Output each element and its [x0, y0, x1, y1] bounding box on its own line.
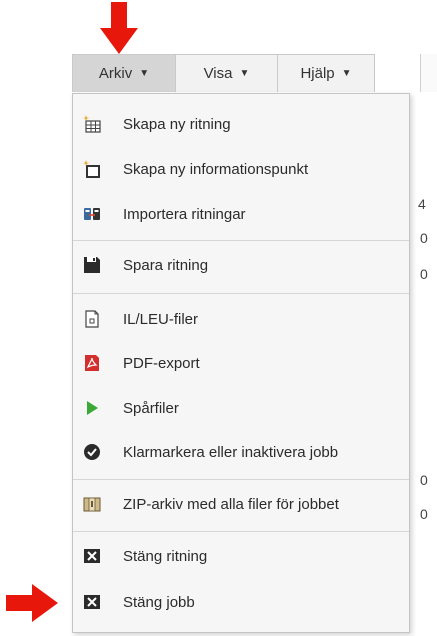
menu-item-importera-ritningar[interactable]: Importera ritningar [73, 196, 409, 232]
caret-down-icon: ▼ [341, 68, 352, 79]
play-icon [87, 401, 98, 415]
background-text: 0 [420, 506, 428, 522]
menu-bar: Arkiv ▼ Visa ▼ Hjälp ▼ [72, 54, 375, 94]
menu-item-stang-jobb[interactable]: Stäng jobb [73, 584, 409, 620]
menu-item-sparfiler[interactable]: Spårfiler [73, 390, 409, 426]
close-box-icon [84, 595, 100, 609]
menu-item-label: Stäng ritning [123, 547, 208, 565]
menu-item-label: Spårfiler [123, 399, 179, 417]
arkiv-dropdown-menu: Skapa ny ritning Skapa ny informationspu… [72, 93, 410, 633]
menu-arkiv-label: Arkiv [98, 65, 133, 82]
check-circle-icon [84, 444, 100, 460]
caret-down-icon: ▼ [139, 68, 150, 79]
menu-item-il-leu-filer[interactable]: IL/LEU-filer [73, 301, 409, 337]
menu-arkiv[interactable]: Arkiv ▼ [72, 54, 176, 92]
menu-visa-label: Visa [203, 65, 233, 82]
menu-item-zip-arkiv[interactable]: ZIP-arkiv med alla filer för jobbet [73, 486, 409, 522]
menu-item-label: IL/LEU-filer [123, 310, 199, 328]
menu-item-spara-ritning[interactable]: Spara ritning [73, 247, 409, 283]
menu-item-label: Spara ritning [123, 256, 209, 274]
menubar-edge [420, 54, 437, 92]
file-icon [85, 310, 99, 328]
new-infopoint-icon [83, 160, 100, 178]
menu-item-pdf-export[interactable]: PDF-export [73, 345, 409, 381]
screenshot: Arkiv ▼ Visa ▼ Hjälp ▼ 4 0 0 0 0 Skapa n… [0, 0, 437, 636]
new-drawing-icon [83, 115, 101, 133]
zip-icon [83, 497, 101, 512]
menu-item-klarmarkera-jobb[interactable]: Klarmarkera eller inaktivera jobb [73, 434, 409, 470]
menu-hjalp[interactable]: Hjälp ▼ [277, 54, 375, 92]
background-text: 4 [418, 196, 426, 212]
menu-item-label: Skapa ny informationspunkt [123, 160, 309, 178]
menu-item-skapa-ny-ritning[interactable]: Skapa ny ritning [73, 106, 409, 142]
menu-item-label: PDF-export [123, 354, 200, 372]
menu-separator [73, 479, 409, 480]
caret-down-icon: ▼ [239, 68, 250, 79]
import-icon [84, 208, 100, 220]
menu-item-label: ZIP-arkiv med alla filer för jobbet [123, 495, 339, 513]
menu-item-label: Stäng jobb [123, 593, 195, 611]
menu-visa[interactable]: Visa ▼ [175, 54, 278, 92]
menu-separator [73, 240, 409, 241]
close-box-icon [84, 549, 100, 563]
menu-item-stang-ritning[interactable]: Stäng ritning [73, 538, 409, 574]
menu-separator [73, 293, 409, 294]
background-text: 0 [420, 472, 428, 488]
background-text: 0 [420, 230, 428, 246]
save-icon [84, 257, 100, 273]
menu-separator [73, 531, 409, 532]
menu-item-label: Klarmarkera eller inaktivera jobb [123, 443, 339, 461]
red-arrow-down-annotation [100, 2, 138, 54]
menu-item-label: Skapa ny ritning [123, 115, 231, 133]
background-text: 0 [420, 266, 428, 282]
pdf-icon [85, 355, 99, 371]
menu-item-label: Importera ritningar [123, 205, 246, 223]
menu-hjalp-label: Hjälp [300, 65, 335, 82]
menu-item-skapa-ny-informationspunkt[interactable]: Skapa ny informationspunkt [73, 151, 409, 187]
red-arrow-right-annotation [6, 584, 58, 622]
